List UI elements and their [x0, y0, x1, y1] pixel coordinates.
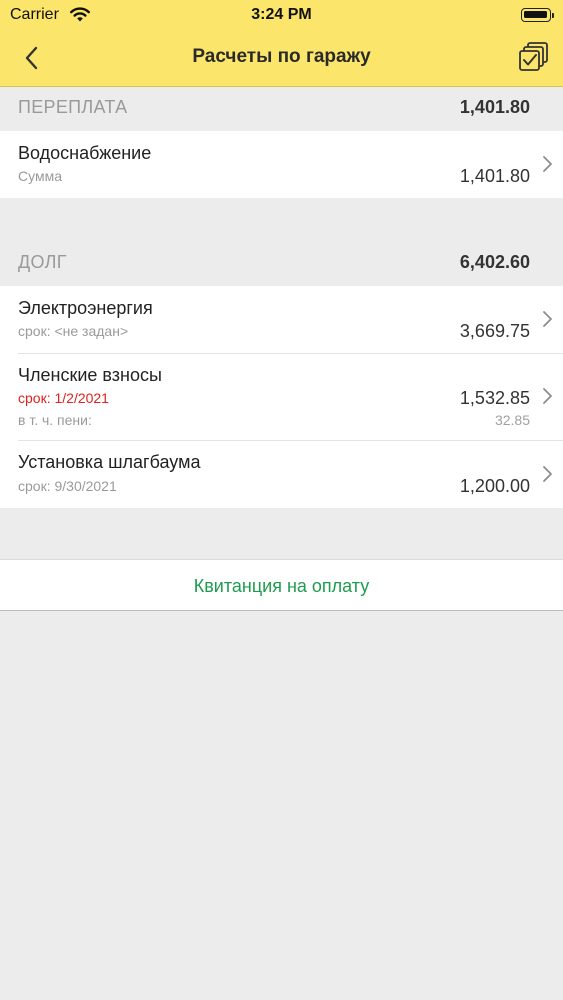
list-item-water[interactable]: Водоснабжение Сумма 1,401.80 [0, 131, 563, 198]
chevron-right-icon [543, 311, 552, 327]
section-total: 6,402.60 [459, 252, 530, 272]
item-penalty-amount: 32.85 [494, 412, 530, 428]
overpayment-section-header: ПЕРЕПЛАТА 1,401.80 [0, 87, 563, 131]
chevron-right-icon [543, 388, 552, 404]
status-bar: Carrier 3:24 PM [0, 0, 563, 30]
item-name: Водоснабжение [18, 143, 152, 163]
item-name: Членские взносы [18, 365, 162, 385]
header-bar: Carrier 3:24 PM Расчеты по гаражу [0, 0, 563, 87]
item-amount: 1,200.00 [459, 476, 530, 496]
list-item-barrier-installation[interactable]: Установка шлагбаума срок: 9/30/2021 1,20… [0, 440, 563, 508]
chevron-right-icon [543, 466, 552, 482]
section-total: 1,401.80 [459, 97, 530, 117]
battery-icon [521, 8, 554, 22]
item-name: Установка шлагбаума [18, 452, 201, 472]
item-amount: 1,401.80 [459, 166, 530, 186]
clock: 3:24 PM [251, 6, 312, 23]
section-label: ПЕРЕПЛАТА [18, 97, 128, 117]
item-due-date: срок: <не задан> [18, 323, 129, 339]
item-name: Электроэнергия [18, 298, 153, 318]
debt-list: Электроэнергия срок: <не задан> 3,669.75… [0, 286, 563, 508]
debt-section-header: ДОЛГ 6,402.60 [0, 242, 563, 286]
item-amount: 1,532.85 [459, 388, 530, 408]
section-label: ДОЛГ [18, 252, 67, 272]
item-subtitle: Сумма [18, 168, 62, 184]
item-amount: 3,669.75 [459, 321, 530, 341]
overpayment-list: Водоснабжение Сумма 1,401.80 [0, 131, 563, 198]
list-item-electricity[interactable]: Электроэнергия срок: <не задан> 3,669.75 [0, 286, 563, 353]
list-item-membership-fees[interactable]: Членские взносы срок: 1/2/2021 в т. ч. п… [0, 353, 563, 440]
navigation-bar: Расчеты по гаражу [0, 30, 563, 86]
chevron-right-icon [543, 156, 552, 172]
page-title: Расчеты по гаражу [192, 46, 371, 67]
item-due-date-overdue: срок: 1/2/2021 [18, 390, 109, 406]
item-due-date: срок: 9/30/2021 [18, 478, 117, 494]
multi-select-checkbox-icon[interactable] [519, 41, 549, 73]
payment-receipt-button[interactable]: Квитанция на оплату [0, 559, 563, 611]
receipt-button-label: Квитанция на оплату [193, 576, 370, 596]
item-penalty-label: в т. ч. пени: [18, 412, 92, 428]
